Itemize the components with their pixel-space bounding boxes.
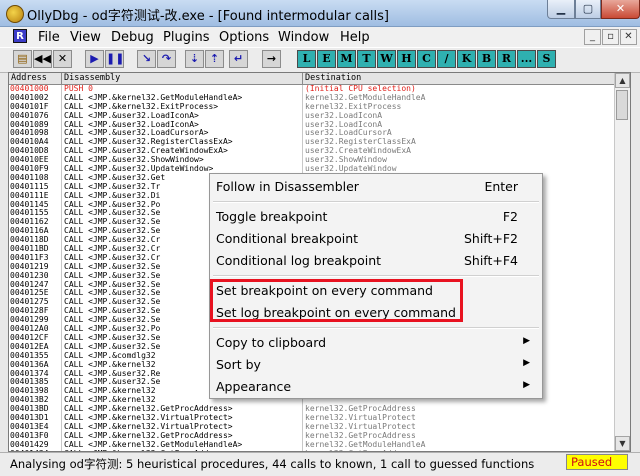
status-message: Analysing od字符测: 5 heuristical procedure… — [10, 457, 535, 471]
go-to-address-icon[interactable]: → — [262, 50, 281, 68]
mdi-close-icon[interactable]: ✕ — [620, 29, 637, 45]
step-over-icon[interactable]: ↷ — [157, 50, 176, 68]
menu-item-label: Conditional log breakpoint — [216, 253, 382, 268]
mdi-child-icon[interactable]: R — [13, 29, 27, 43]
scroll-up-icon[interactable]: ▲ — [615, 73, 630, 88]
open-icon[interactable]: ▤ — [13, 50, 32, 68]
call-stack-button[interactable]: K — [457, 50, 476, 68]
column-address[interactable]: Address — [9, 73, 62, 84]
status-badge: Paused — [566, 454, 628, 470]
modules-button[interactable]: E — [317, 50, 336, 68]
close-program-icon[interactable]: ✕ — [53, 50, 72, 68]
menu-item-label: Follow in Disassembler — [216, 179, 359, 194]
menu-options[interactable]: Options — [219, 30, 269, 45]
handles-button[interactable]: H — [397, 50, 416, 68]
mdi-minimize-icon[interactable]: _ — [584, 29, 601, 45]
menu-item-shortcut: F2 — [502, 209, 518, 224]
menu-item-label: Toggle breakpoint — [216, 209, 328, 224]
menu-help[interactable]: Help — [340, 30, 370, 45]
menu-window[interactable]: Window — [278, 30, 329, 45]
cpu-button[interactable]: C — [417, 50, 436, 68]
log-window-button[interactable]: L — [297, 50, 316, 68]
menu-item-sort-by[interactable]: Sort by ▶ — [216, 353, 536, 375]
menu-separator — [213, 201, 539, 203]
references-button[interactable]: R — [497, 50, 516, 68]
submenu-arrow-icon: ▶ — [523, 336, 530, 346]
restart-icon[interactable]: ◀◀ — [33, 50, 52, 68]
menu-item-toggle-breakpoint[interactable]: Toggle breakpoint F2 — [216, 205, 536, 227]
column-disassembly[interactable]: Disassembly — [62, 73, 303, 84]
scroll-down-icon[interactable]: ▼ — [615, 436, 630, 451]
menu-separator — [213, 275, 539, 277]
window-title: OllyDbg - od字符测试-改.exe - [Found intermod… — [27, 9, 389, 24]
trace-over-icon[interactable]: ⇡ — [205, 50, 224, 68]
source-button[interactable]: S — [537, 50, 556, 68]
trace-into-icon[interactable]: ⇣ — [185, 50, 204, 68]
pause-icon[interactable]: ❚❚ — [105, 50, 124, 68]
submenu-arrow-icon: ▶ — [523, 358, 530, 368]
menu-item-copy-to-clipboard[interactable]: Copy to clipboard ▶ — [216, 331, 536, 353]
breakpoints-button[interactable]: B — [477, 50, 496, 68]
menu-plugins[interactable]: Plugins — [163, 30, 210, 45]
menu-item-shortcut: Shift+F4 — [463, 253, 518, 268]
annotation-highlight-box — [210, 279, 463, 322]
column-destination[interactable]: Destination — [303, 73, 616, 84]
menu-view[interactable]: View — [70, 30, 101, 45]
run-trace-button[interactable]: ... — [517, 50, 536, 68]
menu-item-conditional-breakpoint[interactable]: Conditional breakpoint Shift+F2 — [216, 227, 536, 249]
execute-till-return-icon[interactable]: ↵ — [229, 50, 248, 68]
ollydbg-window: OllyDbg - od字符测试-改.exe - [Found intermod… — [0, 0, 640, 476]
close-button[interactable]: ✕ — [601, 0, 640, 19]
patches-button[interactable]: / — [437, 50, 456, 68]
menu-item-shortcut: Shift+F2 — [463, 231, 518, 246]
memory-button[interactable]: M — [337, 50, 356, 68]
menu-separator — [213, 327, 539, 329]
menu-item-label: Appearance — [216, 379, 292, 394]
minimize-button[interactable]: ▁ — [547, 0, 575, 19]
title-bar[interactable]: OllyDbg - od字符测试-改.exe - [Found intermod… — [0, 0, 640, 27]
menu-file[interactable]: File — [38, 30, 60, 45]
windows-button[interactable]: W — [377, 50, 396, 68]
menu-item-shortcut: Enter — [484, 179, 518, 194]
menu-item-label: Sort by — [216, 357, 261, 372]
menu-item-follow-in-disassembler[interactable]: Follow in Disassembler Enter — [216, 175, 536, 197]
step-into-icon[interactable]: ↘ — [137, 50, 156, 68]
scroll-thumb[interactable] — [616, 90, 628, 120]
menu-debug[interactable]: Debug — [111, 30, 154, 45]
menu-item-appearance[interactable]: Appearance ▶ — [216, 375, 536, 397]
menu-item-label: Conditional breakpoint — [216, 231, 359, 246]
ollydbg-app-icon — [6, 5, 24, 23]
submenu-arrow-icon: ▶ — [523, 380, 530, 390]
threads-button[interactable]: T — [357, 50, 376, 68]
menu-item-label: Copy to clipboard — [216, 335, 327, 350]
run-icon[interactable]: ▶ — [85, 50, 104, 68]
menu-item-conditional-log-breakpoint[interactable]: Conditional log breakpoint Shift+F4 — [216, 249, 536, 271]
mdi-restore-icon[interactable]: ▫ — [602, 29, 619, 45]
vertical-scrollbar[interactable]: ▲ ▼ — [614, 73, 630, 451]
maximize-button[interactable]: ▢ — [575, 0, 601, 19]
